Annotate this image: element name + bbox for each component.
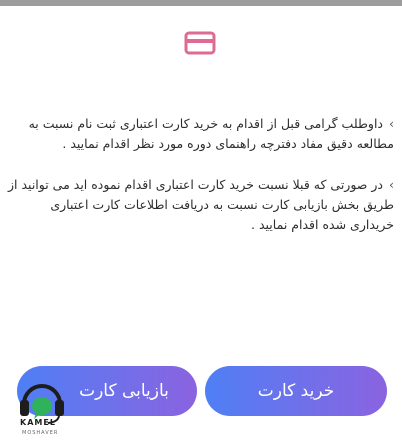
logo-word: KAMEL <box>20 418 56 427</box>
notice-paragraph-1: ›داوطلب گرامی قبل از اقدام به خرید کارت … <box>6 114 394 154</box>
notice-paragraph-2: ›در صورتی که قبلا نسبت خرید کارت اعتباری… <box>6 175 394 235</box>
bullet-icon: › <box>389 177 394 192</box>
notice-text-2: در صورتی که قبلا نسبت خرید کارت اعتباری … <box>8 177 394 232</box>
notice-text-1: داوطلب گرامی قبل از اقدام به خرید کارت ا… <box>28 116 394 151</box>
logo-subtitle: MOSHAVER <box>22 430 59 436</box>
top-bar <box>0 0 402 6</box>
buy-card-button[interactable]: خرید کارت <box>205 366 387 416</box>
recover-card-label: بازیابی کارت <box>79 381 169 401</box>
headset-chat-icon <box>20 384 64 424</box>
bullet-icon: › <box>389 116 394 131</box>
credit-card-icon <box>184 31 216 55</box>
buy-card-label: خرید کارت <box>257 381 335 401</box>
